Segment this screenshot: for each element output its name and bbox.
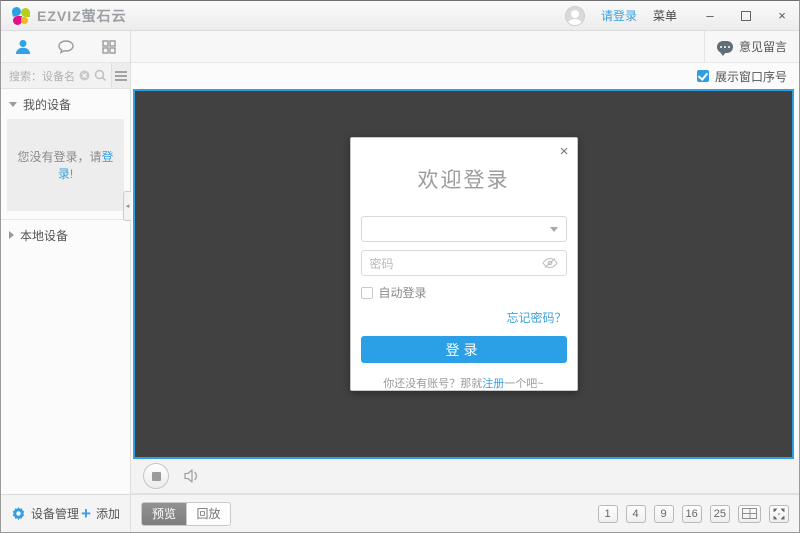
auto-login-checkbox[interactable] <box>360 286 373 299</box>
tab-my-devices[interactable] <box>10 34 36 61</box>
search-icon[interactable] <box>94 69 107 82</box>
feedback-button[interactable]: 意见留言 <box>703 31 799 62</box>
split-layout-icon <box>742 508 757 519</box>
playback-controls <box>131 459 799 494</box>
register-line: 你还没有账号？那就注册一个吧~ <box>383 378 544 390</box>
stop-icon <box>151 471 161 481</box>
eye-off-icon[interactable] <box>541 257 558 269</box>
grid-icon <box>101 39 116 54</box>
add-device-button[interactable]: + 添加 <box>81 505 120 522</box>
dialog-title: 欢迎登录 <box>417 169 510 192</box>
sidebar: 搜索：设备名 我的设备 您没有登录，请登录! 本地设备 ◂ 设备管理 + 添加 <box>1 31 131 532</box>
expanded-triangle-icon <box>9 101 17 107</box>
chat-bubble-icon <box>57 39 74 54</box>
video-area[interactable]: × 欢迎登录 密码 自动登录 忘记密码？ 登录 你还没有账号？那就注册一个吧~ <box>133 89 794 459</box>
search-placeholder: 搜索：设备名 <box>9 70 75 83</box>
person-icon <box>15 39 30 54</box>
local-devices-label: 本地设备 <box>20 228 69 243</box>
divider <box>1 219 130 220</box>
tab-messages[interactable] <box>53 34 79 60</box>
device-manage-button[interactable]: 设备管理 <box>11 505 79 522</box>
tab-preview[interactable]: 预览 <box>142 502 186 525</box>
dialog-close-icon[interactable]: × <box>560 144 569 159</box>
options-row: 展示窗口序号 <box>131 63 799 89</box>
add-label: 添加 <box>95 507 120 521</box>
login-dialog: × 欢迎登录 密码 自动登录 忘记密码？ 登录 你还没有账号？那就注册一个吧~ <box>349 137 578 391</box>
not-logged-notice: 您没有登录，请登录! <box>7 119 124 211</box>
app-window: EZVIZ萤石云 请登录 菜单 – × 搜索：设备名 我的设备 您没有登录，请登… <box>0 0 800 533</box>
menu-button[interactable]: 菜单 <box>653 7 677 24</box>
login-button[interactable]: 登录 <box>360 336 567 363</box>
account-select[interactable] <box>360 216 567 242</box>
layout-custom-button[interactable] <box>738 504 761 523</box>
list-view-button[interactable] <box>111 63 130 88</box>
sidebar-collapse-handle[interactable]: ◂ <box>123 191 131 221</box>
chevron-down-icon <box>549 226 558 232</box>
bottom-bar: 预览 回放 1 4 9 16 25 <box>131 494 799 532</box>
collapsed-triangle-icon <box>9 231 14 239</box>
device-tree: 我的设备 您没有登录，请登录! 本地设备 <box>1 89 130 494</box>
forgot-password-link[interactable]: 忘记密码？ <box>506 311 566 325</box>
tab-playback[interactable]: 回放 <box>186 502 230 525</box>
speaker-icon[interactable] <box>183 468 202 484</box>
titlebar: EZVIZ萤石云 请登录 菜单 – × <box>1 1 799 31</box>
register-link[interactable]: 注册 <box>482 378 504 390</box>
feedback-label: 意见留言 <box>738 40 787 54</box>
clear-search-icon[interactable] <box>79 70 90 81</box>
password-field[interactable]: 密码 <box>360 250 567 276</box>
video-wrap: × 欢迎登录 密码 自动登录 忘记密码？ 登录 你还没有账号？那就注册一个吧~ <box>131 89 799 459</box>
hamburger-icon <box>115 70 127 81</box>
active-tab-caret <box>17 55 28 61</box>
app-logo: EZVIZ萤石云 <box>11 5 127 26</box>
sidebar-tabs <box>1 31 130 63</box>
sidebar-bottom-bar: 设备管理 + 添加 <box>1 494 130 532</box>
main-area: 意见留言 展示窗口序号 × 欢迎登录 密码 自动登录 忘记密码？ 登录 你还没有… <box>131 31 799 532</box>
my-devices-group[interactable]: 我的设备 <box>1 93 130 115</box>
search-row: 搜索：设备名 <box>1 63 130 89</box>
user-avatar[interactable] <box>564 5 585 26</box>
layout-25-button[interactable]: 25 <box>709 504 730 523</box>
collapse-arrow-icon: ◂ <box>125 203 130 210</box>
grid-layout-buttons: 1 4 9 16 25 <box>597 504 789 523</box>
search-input[interactable]: 搜索：设备名 <box>1 63 111 88</box>
device-manage-label: 设备管理 <box>31 507 80 521</box>
gear-icon <box>12 506 25 521</box>
minimize-button[interactable]: – <box>703 8 717 23</box>
show-window-number-checkbox[interactable] <box>696 70 709 82</box>
close-button[interactable]: × <box>775 8 789 23</box>
fullscreen-icon <box>773 507 785 520</box>
show-window-number-label: 展示窗口序号 <box>714 69 787 84</box>
fullscreen-button[interactable] <box>769 504 789 523</box>
stop-button[interactable] <box>143 463 169 489</box>
layout-4-button[interactable]: 4 <box>625 504 646 523</box>
app-title: EZVIZ萤石云 <box>37 7 127 24</box>
main-toolbar: 意见留言 <box>131 31 799 63</box>
ezviz-flower-icon <box>11 5 31 26</box>
plus-icon: + <box>81 504 91 523</box>
my-devices-label: 我的设备 <box>23 97 72 112</box>
layout-9-button[interactable]: 9 <box>653 504 674 523</box>
password-placeholder: 密码 <box>369 256 394 271</box>
view-tabs: 预览 回放 <box>141 501 231 526</box>
maximize-button[interactable] <box>739 9 753 23</box>
feedback-bubble-icon <box>716 40 733 56</box>
local-devices-group[interactable]: 本地设备 <box>1 224 130 246</box>
layout-1-button[interactable]: 1 <box>597 504 618 523</box>
layout-16-button[interactable]: 16 <box>681 504 702 523</box>
auto-login-label: 自动登录 <box>378 286 427 300</box>
titlebar-login-link[interactable]: 请登录 <box>601 7 637 24</box>
tab-layout[interactable] <box>96 34 122 60</box>
